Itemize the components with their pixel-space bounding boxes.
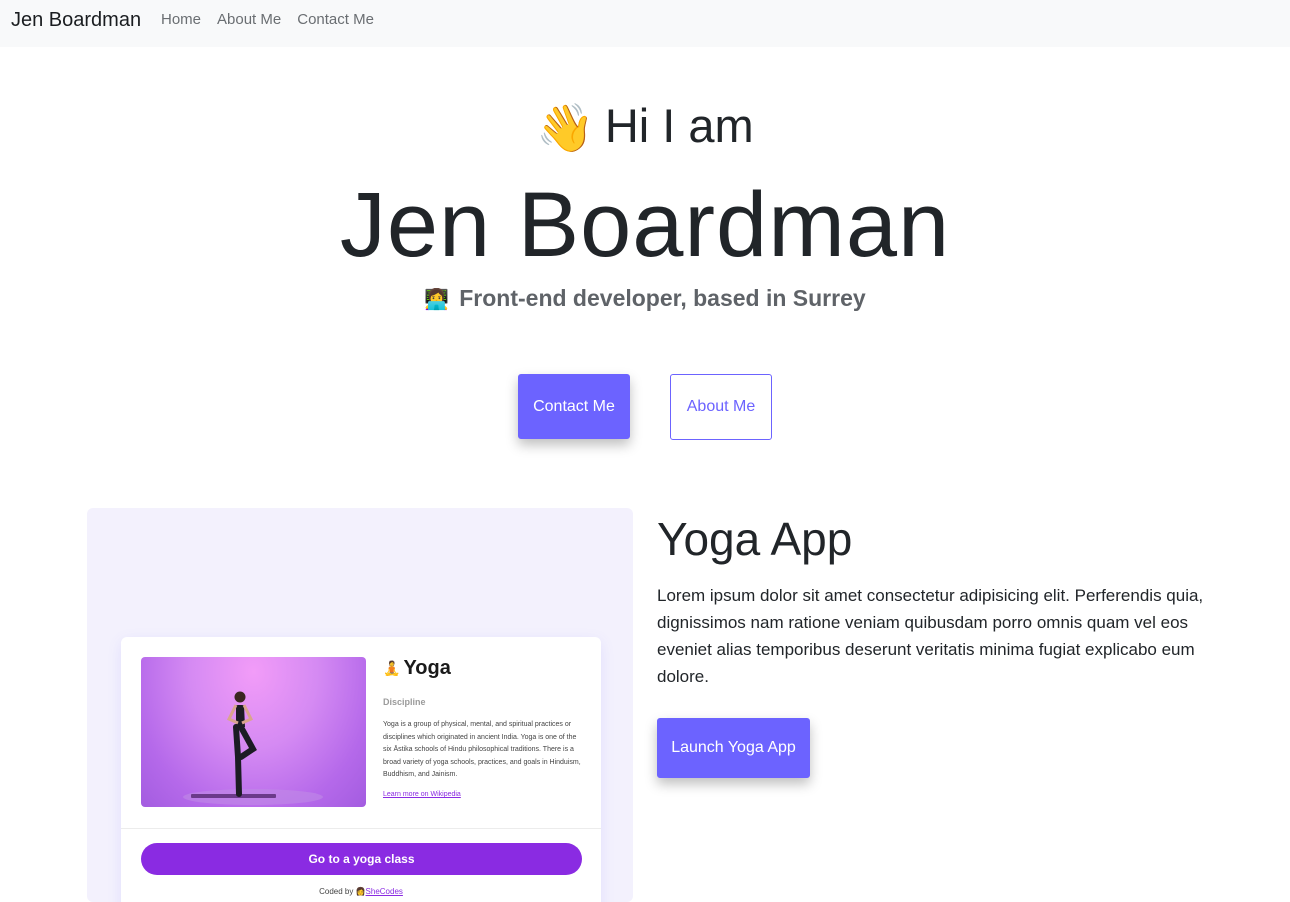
navbar-brand[interactable]: Jen Boardman bbox=[11, 9, 141, 32]
preview-description: Yoga is a group of physical, mental, and… bbox=[383, 721, 581, 778]
about-me-button[interactable]: About Me bbox=[670, 374, 772, 440]
nav-link-about-me[interactable]: About Me bbox=[217, 11, 281, 28]
waving-hand-icon: 👋 bbox=[536, 101, 595, 154]
preview-divider bbox=[121, 828, 601, 829]
hero-greeting: 👋 Hi I am bbox=[0, 98, 1290, 154]
preview-card: 🧘 Yoga Discipline Yoga is a group of phys… bbox=[121, 637, 601, 902]
technologist-icon: 👩‍💻 bbox=[424, 289, 450, 311]
nav-link-home[interactable]: Home bbox=[161, 11, 201, 28]
yoga-photo bbox=[141, 657, 366, 807]
project-description: Lorem ipsum dolor sit amet consectetur a… bbox=[657, 586, 1204, 686]
woman-icon: 👩 bbox=[355, 887, 366, 896]
navbar: Jen Boardman Home About Me Contact Me bbox=[0, 0, 1290, 47]
contact-me-button[interactable]: Contact Me bbox=[518, 374, 630, 439]
subtitle-text: Front-end developer, based in Surrey bbox=[459, 285, 866, 311]
preview-cta-button: Go to a yoga class bbox=[141, 843, 582, 875]
project-title: Yoga App bbox=[657, 513, 853, 565]
shecodes-link: SheCodes bbox=[365, 887, 403, 896]
greeting-text: Hi I am bbox=[604, 99, 754, 152]
launch-yoga-app-button[interactable]: Launch Yoga App bbox=[657, 718, 810, 778]
nav-link-contact-me[interactable]: Contact Me bbox=[297, 11, 374, 28]
lotus-position-icon: 🧘 bbox=[383, 660, 401, 676]
hero-name: Jen Boardman bbox=[339, 174, 951, 276]
nav-links: Home About Me Contact Me bbox=[161, 11, 390, 28]
preview-title: 🧘 Yoga bbox=[383, 657, 451, 679]
yoga-pose-figure bbox=[183, 691, 323, 805]
preview-wikipedia-link: Learn more on Wikipedia bbox=[383, 791, 461, 798]
preview-label: Discipline bbox=[383, 697, 426, 707]
project-preview-image: 🧘 Yoga Discipline Yoga is a group of phys… bbox=[87, 508, 633, 902]
hero-subtitle: 👩‍💻 Front-end developer, based in Surrey bbox=[0, 285, 1290, 312]
preview-footer: Coded by 👩SheCodes bbox=[319, 887, 403, 896]
